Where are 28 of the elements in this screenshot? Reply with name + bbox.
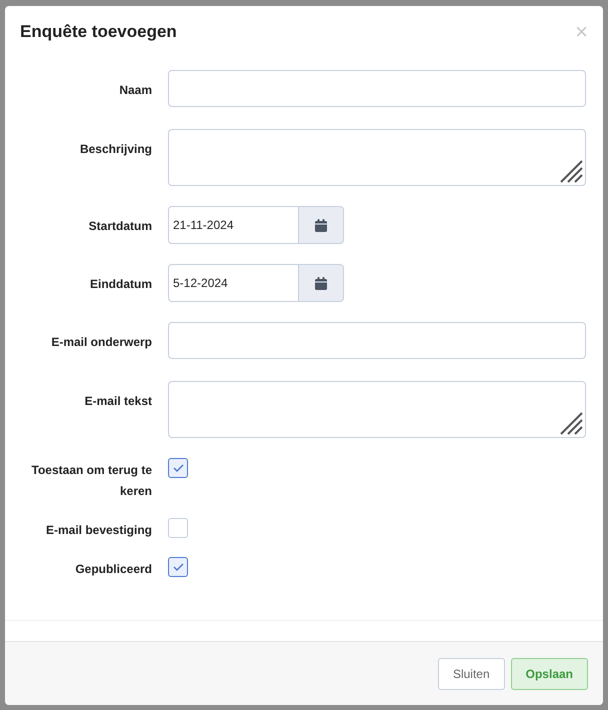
- field-label: Toestaan om terug te keren: [30, 462, 152, 500]
- calendar-button[interactable]: [299, 264, 344, 302]
- field-label: E-mail tekst: [84, 393, 152, 410]
- field-label: E-mail onderwerp: [51, 334, 152, 351]
- textarea-field[interactable]: [168, 381, 586, 438]
- close-dialog-button[interactable]: Sluiten: [438, 658, 505, 690]
- field-label: Beschrijving: [80, 141, 152, 158]
- calendar-button[interactable]: [299, 206, 344, 244]
- resize-grip-icon[interactable]: [559, 159, 583, 183]
- textarea-field[interactable]: [168, 129, 586, 186]
- calendar-icon: [315, 276, 327, 290]
- date-input[interactable]: 21-11-2024: [168, 206, 299, 244]
- save-button[interactable]: Opslaan: [510, 658, 588, 690]
- checkmark-icon: [172, 563, 184, 571]
- field-label: Gepubliceerd: [75, 561, 152, 578]
- text-input[interactable]: [168, 70, 586, 107]
- field-label: E-mail bevestiging: [46, 522, 152, 539]
- resize-grip-icon[interactable]: [559, 411, 583, 435]
- field-label: Naam: [119, 82, 152, 99]
- checkbox[interactable]: [168, 557, 188, 577]
- dialog-title: Enquête toevoegen: [20, 21, 177, 44]
- calendar-icon: [315, 218, 327, 232]
- text-input[interactable]: [168, 322, 586, 359]
- checkbox[interactable]: [168, 458, 188, 478]
- field-label: Einddatum: [90, 276, 152, 293]
- date-input[interactable]: 5-12-2024: [168, 264, 299, 302]
- field-label: Startdatum: [88, 218, 152, 235]
- checkmark-icon: [172, 464, 184, 472]
